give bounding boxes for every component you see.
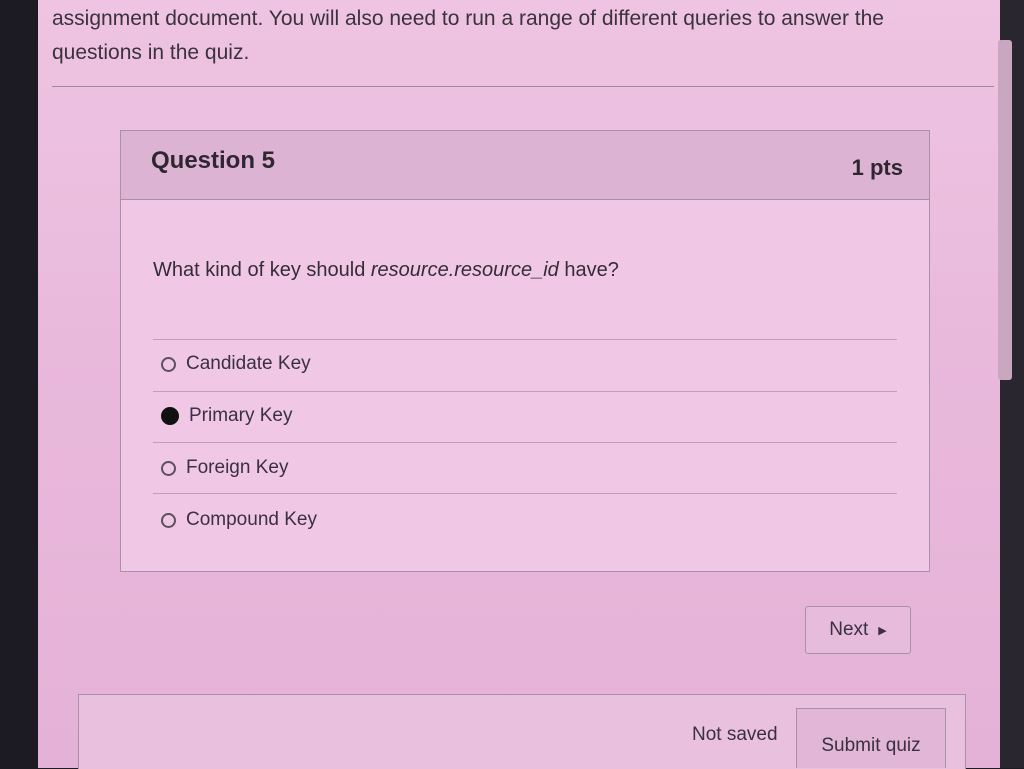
answer-separator: [153, 442, 897, 443]
intro-line-1: assignment document. You will also need …: [52, 7, 884, 30]
answer-label: Foreign Key: [186, 457, 289, 478]
answer-compound-key[interactable]: Compound Key: [161, 509, 317, 531]
question-text-prefix: What kind of key should: [153, 259, 371, 281]
answer-candidate-key[interactable]: Candidate Key: [161, 353, 311, 375]
next-button[interactable]: Next ▶: [805, 606, 911, 654]
radio-selected-icon[interactable]: [161, 407, 179, 425]
intro-line-2: questions in the quiz.: [52, 41, 250, 64]
radio-button-icon[interactable]: [161, 356, 176, 372]
answer-separator: [153, 339, 897, 340]
section-divider: [52, 86, 994, 87]
submit-quiz-button[interactable]: Submit quiz: [796, 708, 946, 768]
question-text-suffix: have?: [558, 259, 619, 281]
question-points: 1 pts: [851, 155, 903, 180]
next-label: Next: [829, 619, 869, 640]
answer-label: Candidate Key: [186, 353, 311, 374]
answer-foreign-key[interactable]: Foreign Key: [161, 457, 288, 479]
question-header: Question 5 1 pts: [121, 131, 929, 200]
answer-label: Primary Key: [189, 405, 293, 426]
radio-button-icon[interactable]: [161, 512, 176, 528]
answer-primary-key[interactable]: Primary Key: [161, 405, 292, 427]
answer-separator: [153, 391, 897, 392]
scrollbar[interactable]: [998, 40, 1012, 380]
answer-separator: [153, 493, 897, 494]
question-title: Question 5: [151, 147, 276, 174]
answer-label: Compound Key: [186, 509, 317, 530]
save-status: Not saved: [692, 724, 778, 745]
question-card: Question 5 1 pts What kind of key should…: [120, 130, 930, 572]
triangle-right-icon: ▶: [878, 624, 887, 637]
intro-text: assignment document. You will also need …: [52, 2, 952, 70]
question-text: What kind of key should resource.resourc…: [153, 259, 619, 282]
question-text-code: resource.resource_id: [370, 259, 559, 281]
radio-button-icon[interactable]: [161, 460, 176, 476]
